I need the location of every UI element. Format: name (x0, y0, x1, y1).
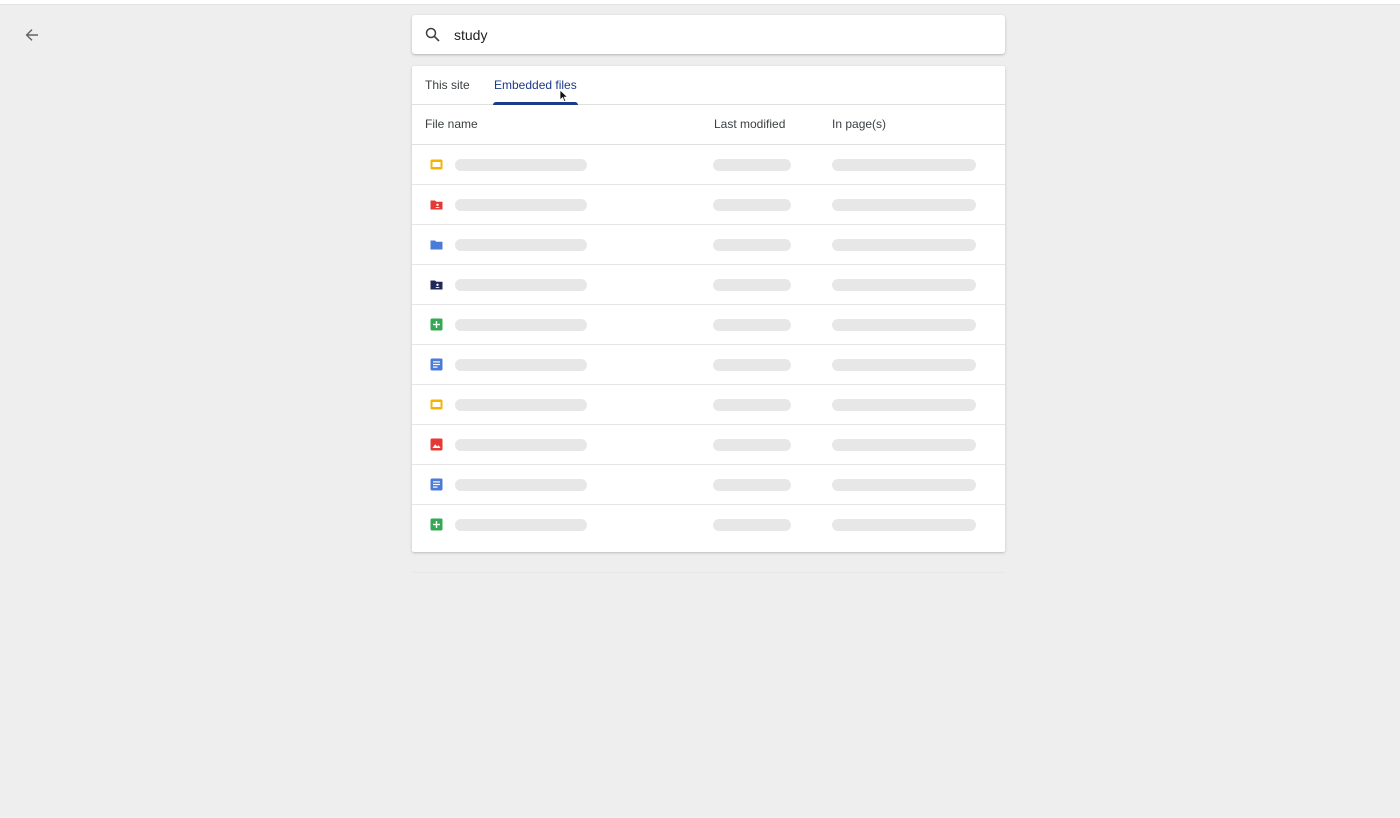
last-modified-placeholder (713, 399, 791, 411)
search-icon[interactable] (423, 26, 441, 44)
table-row[interactable] (412, 225, 1005, 265)
in-pages-placeholder (832, 279, 976, 291)
table-row[interactable] (412, 305, 1005, 345)
file-name-placeholder (455, 479, 587, 491)
sheets-icon (430, 518, 443, 531)
column-header-last-modified[interactable]: Last modified (714, 105, 785, 144)
table-body (412, 145, 1005, 544)
sheets-icon (430, 318, 443, 331)
results-panel: This site Embedded files File name Last … (412, 66, 1005, 552)
in-pages-placeholder (832, 319, 976, 331)
file-name-placeholder (455, 279, 587, 291)
last-modified-placeholder (713, 359, 791, 371)
last-modified-placeholder (713, 439, 791, 451)
docs-icon (430, 478, 443, 491)
folder-icon (430, 240, 443, 250)
last-modified-placeholder (713, 239, 791, 251)
faded-divider (412, 572, 1005, 573)
file-name-placeholder (455, 359, 587, 371)
last-modified-placeholder (713, 319, 791, 331)
in-pages-placeholder (832, 359, 976, 371)
mouse-cursor-icon (559, 89, 569, 103)
in-pages-placeholder (832, 439, 976, 451)
slides-icon (430, 399, 443, 410)
file-name-placeholder (455, 439, 587, 451)
file-name-placeholder (455, 399, 587, 411)
docs-icon (430, 358, 443, 371)
last-modified-placeholder (713, 479, 791, 491)
column-header-file-name[interactable]: File name (425, 105, 478, 144)
table-row[interactable] (412, 185, 1005, 225)
file-name-placeholder (455, 239, 587, 251)
in-pages-placeholder (832, 239, 976, 251)
table-header: File name Last modified In page(s) (412, 105, 1005, 145)
shared-folder-icon (430, 280, 443, 290)
search-input[interactable] (454, 26, 974, 43)
file-name-placeholder (455, 319, 587, 331)
in-pages-placeholder (832, 399, 976, 411)
table-row[interactable] (412, 345, 1005, 385)
back-button[interactable] (20, 23, 44, 47)
table-row[interactable] (412, 425, 1005, 465)
image-icon (430, 438, 443, 451)
file-name-placeholder (455, 199, 587, 211)
shared-folder-icon (430, 200, 443, 210)
table-row[interactable] (412, 265, 1005, 305)
in-pages-placeholder (832, 159, 976, 171)
table-row[interactable] (412, 505, 1005, 544)
arrow-back-icon (25, 29, 38, 41)
last-modified-placeholder (713, 519, 791, 531)
table-row[interactable] (412, 465, 1005, 505)
file-name-placeholder (455, 519, 587, 531)
last-modified-placeholder (713, 199, 791, 211)
table-row[interactable] (412, 385, 1005, 425)
search-bar (412, 15, 1005, 54)
slides-icon (430, 159, 443, 170)
tab-bar: This site Embedded files (412, 66, 1005, 105)
in-pages-placeholder (832, 199, 976, 211)
in-pages-placeholder (832, 519, 976, 531)
in-pages-placeholder (832, 479, 976, 491)
last-modified-placeholder (713, 279, 791, 291)
file-name-placeholder (455, 159, 587, 171)
tab-this-site[interactable]: This site (425, 66, 470, 104)
table-row[interactable] (412, 145, 1005, 185)
top-bar (0, 0, 1400, 5)
column-header-in-pages[interactable]: In page(s) (832, 105, 886, 144)
last-modified-placeholder (713, 159, 791, 171)
